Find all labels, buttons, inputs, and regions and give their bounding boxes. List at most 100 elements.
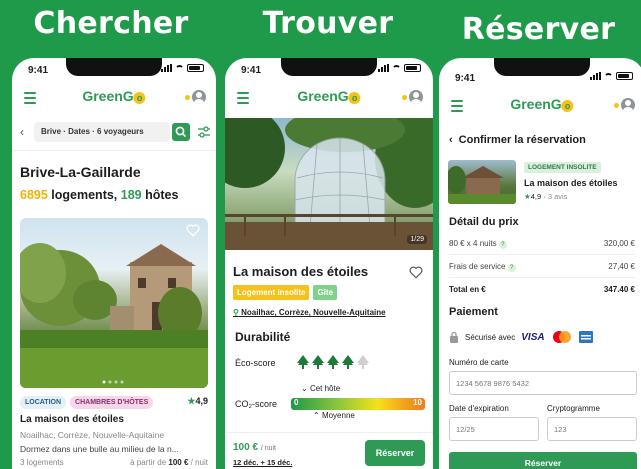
wifi-icon [175, 64, 184, 72]
price-line-nights: 80 € x 4 nuits ? 320,00 € [449, 239, 635, 249]
amex-logo [578, 331, 593, 343]
chevron-down-icon: ⌄ [301, 384, 308, 393]
wifi-icon [392, 64, 401, 72]
phone-booking: 9:41 GreenG o ‹ Confirmer la réservation L… [439, 58, 641, 469]
app-bar: GreenG o [12, 84, 216, 114]
logo[interactable]: GreenG o [297, 88, 361, 104]
search-button[interactable] [172, 123, 190, 141]
avatar-icon [621, 98, 635, 112]
battery-icon [187, 64, 204, 72]
info-icon[interactable]: ? [498, 241, 507, 249]
cvv-input[interactable] [547, 417, 637, 441]
payment-title: Paiement [449, 306, 498, 318]
listing-hero-image[interactable]: 1/29 [225, 108, 433, 250]
listing-location[interactable]: ⚲ Noailhac, Corrèze, Nouvelle-Aquitaine [233, 308, 386, 317]
phone-search: 9:41 GreenG o ‹ Brive · Dates · 6 voyageu… [12, 58, 216, 469]
visa-logo: VISA [521, 331, 545, 343]
expiry-input[interactable] [449, 417, 539, 441]
co2-min: 0 [294, 398, 299, 407]
lock-icon [450, 331, 458, 343]
listing-card-image[interactable] [20, 218, 208, 388]
favorite-heart-icon[interactable] [409, 266, 423, 279]
listing-location: Noailhac, Corrèze, Nouvelle-Aquitaine [20, 430, 165, 440]
user-menu[interactable] [402, 90, 423, 104]
eco-score-trees [297, 355, 369, 369]
star-icon: ★ [524, 192, 531, 201]
listing-photo [20, 243, 208, 388]
status-bar: 9:41 [225, 58, 433, 84]
listing-name: La maison des étoiles [524, 178, 618, 188]
listing-footer: 3 logements à partir de 100 € / nuit [20, 458, 208, 467]
listing-title[interactable]: La maison des étoiles [20, 414, 124, 425]
user-menu[interactable] [614, 98, 635, 112]
avatar-icon [192, 90, 206, 104]
status-bar: 9:41 [12, 58, 216, 84]
favorite-heart-icon[interactable] [186, 224, 200, 237]
sustainability-title: Durabilité [235, 330, 291, 344]
photo-counter: 1/29 [407, 235, 427, 244]
divider [449, 254, 635, 255]
battery-icon [616, 72, 633, 80]
logo[interactable]: GreenG o [82, 88, 146, 104]
listing-rating: ★4,9 [187, 396, 208, 406]
menu-icon[interactable] [237, 92, 249, 107]
user-menu[interactable] [185, 90, 206, 104]
cvv-label: Cryptogramme [547, 404, 600, 413]
signal-icon [161, 64, 172, 72]
hero-photo [225, 108, 433, 250]
battery-icon [404, 64, 421, 72]
search-bar-row: ‹ Brive · Dates · 6 voyageurs [12, 122, 216, 144]
listing-title: La maison des étoiles [233, 264, 369, 279]
card-number-input[interactable] [449, 371, 637, 395]
back-icon[interactable]: ‹ [449, 134, 453, 146]
tag-chambres: CHAMBRES D'HÔTES [70, 396, 154, 409]
filter-icon[interactable] [197, 125, 211, 139]
back-icon[interactable]: ‹ [20, 125, 24, 139]
badge-insolite: LOGEMENT INSOLITE [524, 162, 601, 173]
this-host-indicator: ⌄ Cet hôte [301, 384, 341, 393]
card-number-label: Numéro de carte [449, 358, 509, 367]
mastercard-logo [552, 331, 571, 343]
badge-insolite: Logement insolite [233, 285, 310, 300]
listing-price: 100 € [168, 458, 189, 467]
divider [449, 277, 635, 278]
listing-badges: Logement insolite Gîte [233, 285, 338, 300]
eco-score-label: Éco-score [235, 358, 276, 368]
city-title: Brive-La-Gaillarde [20, 164, 141, 180]
tree-icon [312, 355, 324, 369]
listing-rating: ★4,9 · 3 avis [524, 192, 568, 201]
tree-icon [327, 355, 339, 369]
co2-max: 10 [413, 398, 422, 407]
app-bar: GreenG o [225, 84, 433, 114]
listing-thumb-photo [448, 166, 516, 204]
divider [12, 150, 216, 151]
phone-detail: 9:41 GreenG o 1/29 La maison des étoiles … [225, 58, 433, 469]
tree-icon [297, 355, 309, 369]
stay-dates[interactable]: 12 déc. + 15 déc. [233, 458, 292, 467]
chevron-up-icon: ⌃ [313, 411, 320, 420]
heading-search: Chercher [33, 6, 189, 41]
status-bar: 9:41 [439, 66, 641, 92]
status-time: 9:41 [455, 73, 476, 84]
hosts-count: 189 [120, 188, 142, 202]
app-bar: GreenG o [439, 92, 641, 122]
signal-icon [590, 72, 601, 80]
heading-book: Réserver [461, 12, 616, 47]
price-line-service: Frais de service ? 27,40 € [449, 262, 635, 272]
menu-icon[interactable] [24, 92, 36, 107]
book-button[interactable]: Réserver [449, 452, 637, 469]
listing-thumb [448, 160, 516, 204]
book-button[interactable]: Réserver [365, 440, 425, 466]
status-time: 9:41 [241, 65, 262, 76]
tree-icon [342, 355, 354, 369]
expiry-label: Date d'expiration [449, 404, 509, 413]
search-icon [175, 126, 187, 138]
pin-icon: ⚲ [233, 308, 239, 317]
menu-icon[interactable] [451, 100, 463, 115]
info-icon[interactable]: ? [507, 264, 516, 272]
price-total: Total en €347.40 € [449, 285, 635, 294]
secure-payment-row: Sécurisé avec VISA [449, 330, 635, 344]
logo[interactable]: GreenG o [510, 96, 574, 112]
search-summary-field[interactable]: Brive · Dates · 6 voyageurs [34, 122, 170, 142]
tag-location: LOCATION [20, 396, 67, 409]
